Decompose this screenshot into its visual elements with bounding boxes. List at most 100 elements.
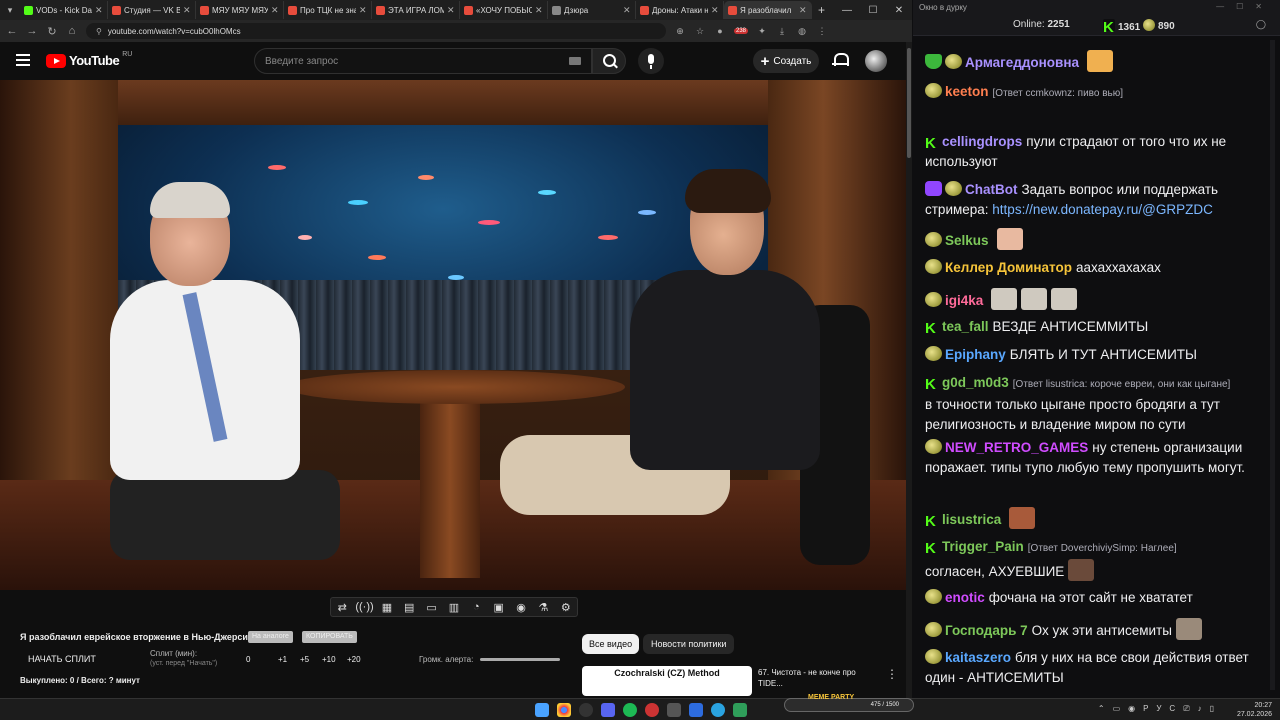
app-icon[interactable] <box>667 703 681 717</box>
add-icon[interactable]: ▣ <box>489 601 509 614</box>
close-icon[interactable]: ✕ <box>623 5 631 16</box>
discord-icon[interactable] <box>601 703 615 717</box>
voice-search-icon[interactable] <box>638 48 664 74</box>
chat-username[interactable]: tea_fall <box>942 319 989 334</box>
maximize-icon[interactable]: ☐ <box>860 5 886 16</box>
chat-username[interactable]: Келлер Доминатор <box>945 260 1072 275</box>
film-icon[interactable]: ▤ <box>399 601 419 614</box>
split-plus-5-button[interactable]: +5 <box>300 655 309 664</box>
chat-username[interactable]: Trigger_Pain <box>942 539 1024 554</box>
search-input[interactable]: Введите запрос <box>254 48 592 74</box>
camera-icon[interactable]: ◉ <box>511 601 531 614</box>
chat-username[interactable]: igi4ka <box>945 293 983 308</box>
pip-icon[interactable]: ▭ <box>422 601 442 614</box>
chat-username[interactable]: ChatBot <box>965 182 1018 197</box>
tab-4[interactable]: ЭТА ИГРА ЛОМАЕ✕ <box>372 1 460 19</box>
keyboard-icon[interactable] <box>569 57 581 65</box>
star-icon[interactable]: ☆ <box>694 26 706 37</box>
hamburger-menu-icon[interactable] <box>16 54 30 66</box>
puzzle-icon[interactable]: ✦ <box>756 26 768 37</box>
tab-1[interactable]: Студия — VK Виде✕ <box>108 1 196 19</box>
obs-icon[interactable] <box>579 703 593 717</box>
chat-username[interactable]: cellingdrops <box>942 134 1022 149</box>
related-video-title[interactable]: 67. Чистота - не конче про TIDE... <box>758 667 878 689</box>
windows-start-icon[interactable] <box>535 703 549 717</box>
chat-scrollbar[interactable] <box>1270 40 1275 690</box>
page-scrollbar[interactable] <box>906 42 912 698</box>
chat-username[interactable]: kaitaszero <box>945 650 1011 665</box>
close-icon[interactable]: ✕ <box>535 5 543 16</box>
clock[interactable]: 20:27 27.02.2026 <box>1237 701 1272 719</box>
close-icon[interactable]: ✕ <box>271 5 279 16</box>
tab-6[interactable]: Дзюра ✕ <box>548 1 636 19</box>
zoom-icon[interactable]: ⊕ <box>674 26 686 37</box>
audio-icon[interactable]: ((·)) <box>355 601 375 613</box>
chat-username[interactable]: NEW_RETRO_GAMES <box>945 440 1088 455</box>
close-icon[interactable]: ✕ <box>183 5 191 16</box>
loop-icon[interactable]: ⇄ <box>332 601 352 614</box>
close-icon[interactable]: ✕ <box>886 5 912 16</box>
back-icon[interactable]: ← <box>6 25 18 37</box>
chat-settings-icon[interactable]: ◯ <box>1256 19 1266 30</box>
chat-reply-context[interactable]: [Ответ DoverchiviySimp: Наглее] <box>1028 543 1177 554</box>
home-icon[interactable]: ⌂ <box>66 25 78 37</box>
tab-7[interactable]: Дроны: Атаки на Т✕ <box>636 1 724 19</box>
telegram-icon[interactable] <box>711 703 725 717</box>
tab-search-icon[interactable]: ▾ <box>0 5 20 16</box>
app-icon[interactable] <box>645 703 659 717</box>
youtube-logo[interactable]: YouTube RU <box>46 51 132 68</box>
split-plus-1-button[interactable]: +1 <box>278 655 287 664</box>
status-chip[interactable]: На аналоге <box>248 631 293 643</box>
screen-icon[interactable]: ▦ <box>377 601 397 614</box>
chrome-icon[interactable] <box>557 703 571 717</box>
split-plus-20-button[interactable]: +20 <box>347 655 361 664</box>
tab-5[interactable]: «ХОЧУ ПОБЫСТРЕ✕ <box>460 1 548 19</box>
reload-icon[interactable]: ↻ <box>46 25 58 38</box>
minimize-icon[interactable]: — <box>834 5 860 16</box>
tab-2[interactable]: МЯУ МЯУ МЯУ М✕ <box>196 1 284 19</box>
split-plus-10-button[interactable]: +10 <box>322 655 336 664</box>
copy-button[interactable]: КОПИРОВАТЬ <box>302 631 357 643</box>
alert-volume-slider[interactable] <box>480 658 560 661</box>
chat-message-link[interactable]: https://new.donatepay.ru/@GRPZDC <box>992 202 1213 217</box>
player-icon[interactable] <box>689 703 703 717</box>
filter-chip-news[interactable]: Новости политики <box>643 634 735 654</box>
system-tray-icons[interactable]: ⌃▭◉РУС⎚♪▯ <box>1098 704 1222 714</box>
extension-icon[interactable]: ● <box>714 26 726 36</box>
start-split-button[interactable]: НАЧАТЬ СПЛИТ <box>28 654 96 664</box>
download-icon[interactable]: ⤓ <box>776 26 788 37</box>
speed-icon[interactable]: ◔ <box>466 601 486 613</box>
more-options-icon[interactable]: ⋮ <box>886 667 898 681</box>
chat-reply-context[interactable]: [Ответ lisustrica: короче евреи, они как… <box>1013 379 1231 390</box>
related-video-thumbnail[interactable]: Czochralski (CZ) Method <box>582 666 752 696</box>
site-info-icon[interactable]: ⚲ <box>96 27 102 36</box>
close-icon[interactable]: ✕ <box>447 5 455 16</box>
close-icon[interactable]: ✕ <box>799 5 807 16</box>
video-player[interactable] <box>0 80 906 590</box>
chat-window-controls[interactable]: —☐✕ <box>1216 2 1274 11</box>
chat-username[interactable]: g0d_m0d3 <box>942 375 1009 390</box>
chat-reply-context[interactable]: [Ответ ccmkownz: пиво вью] <box>993 88 1124 99</box>
extension-badge[interactable]: 238 <box>734 28 749 34</box>
avatar[interactable] <box>865 50 887 72</box>
search-button[interactable] <box>592 48 626 74</box>
forward-icon[interactable]: → <box>26 25 38 37</box>
notifications-bell-icon[interactable] <box>832 53 849 67</box>
settings-gear-icon[interactable]: ⚙ <box>556 601 576 614</box>
url-field[interactable]: ⚲ youtube.com/watch?v=cubO0lhOMcs <box>86 23 666 39</box>
create-button[interactable]: + Создать <box>753 49 819 73</box>
app-icon[interactable] <box>733 703 747 717</box>
new-tab-button[interactable]: + <box>812 3 831 17</box>
menu-dots-icon[interactable]: ⋮ <box>816 26 828 37</box>
tab-0[interactable]: VODs - Kick Dashb✕ <box>20 1 108 19</box>
chat-username[interactable]: enotic <box>945 590 985 605</box>
chat-username[interactable]: lisustrica <box>942 512 1001 527</box>
tab-3[interactable]: Про ТЦК не знаю✕ <box>284 1 372 19</box>
chat-username[interactable]: keeton <box>945 84 989 99</box>
chat-username[interactable]: Selkus <box>945 233 989 248</box>
flask-icon[interactable]: ⚗ <box>533 601 553 614</box>
close-icon[interactable]: ✕ <box>95 5 103 16</box>
tab-8[interactable]: Я разоблачил ✕ <box>724 1 812 19</box>
filter-chip-all[interactable]: Все видео <box>582 634 640 654</box>
chat-username[interactable]: Армагеддоновна <box>965 55 1079 70</box>
